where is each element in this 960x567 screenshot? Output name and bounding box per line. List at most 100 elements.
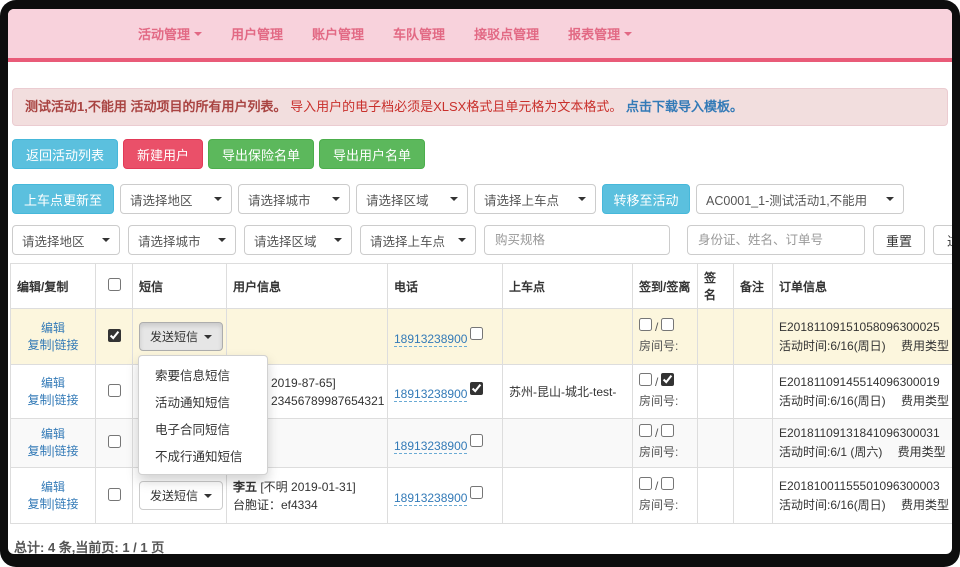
transfer-to-activity-button[interactable]: 转移至活动 <box>602 184 690 214</box>
signout-checkbox[interactable] <box>661 424 674 437</box>
region-select[interactable]: 请选择地区 <box>120 184 232 214</box>
alert-title: 测试活动1,不能用 活动项目的所有用户列表。 <box>25 99 286 114</box>
phone-checkbox[interactable] <box>470 327 483 340</box>
header-sms: 短信 <box>133 264 227 309</box>
select-all-checkbox[interactable] <box>108 278 121 291</box>
new-user-button[interactable]: 新建用户 <box>123 139 203 169</box>
signout-checkbox[interactable] <box>661 318 674 331</box>
chevron-down-icon <box>218 238 226 242</box>
nav-divider <box>8 58 952 62</box>
user-info-line2: 23456789987654321 <box>271 392 381 410</box>
order-number: E20181109131841096300031 <box>779 424 952 443</box>
export-user-list-button[interactable]: 导出用户名单 <box>319 139 425 169</box>
room-number-label: 房间号: <box>639 443 691 462</box>
send-sms-button[interactable]: 发送短信 <box>139 481 223 510</box>
row-checkbox[interactable] <box>108 384 121 397</box>
chevron-down-icon <box>450 197 458 201</box>
room-number-label: 房间号: <box>639 496 691 515</box>
pickup-point-cell <box>503 419 633 468</box>
back-to-activity-list-button[interactable]: 返回活动列表 <box>12 139 118 169</box>
edit-link[interactable]: 编辑 <box>17 320 89 337</box>
table-row: 编辑复制|链接 发送短信 索要信息短信 活动通知短信 电子合同短信 不成行通知短… <box>11 309 953 365</box>
pickup-point-select-2[interactable]: 请选择上车点 <box>360 225 476 255</box>
district-select[interactable]: 请选择区域 <box>356 184 468 214</box>
city-select-2[interactable]: 请选择城市 <box>128 225 236 255</box>
nav-item-activity-management[interactable]: 活动管理 <box>138 24 202 43</box>
city-select[interactable]: 请选择城市 <box>238 184 350 214</box>
region-select-2[interactable]: 请选择地区 <box>12 225 120 255</box>
signin-signout-cell: / 房间号: <box>633 468 698 524</box>
signin-checkbox[interactable] <box>639 424 652 437</box>
send-sms-button[interactable]: 发送短信 <box>139 322 223 351</box>
order-activity-time: 活动时间:6/16(周日) 费用类型 <box>779 337 952 356</box>
header-signin-signout: 签到/签离 <box>633 264 698 309</box>
nav-item-account-management[interactable]: 账户管理 <box>312 24 364 43</box>
signature-cell <box>698 365 734 419</box>
signin-checkbox[interactable] <box>639 318 652 331</box>
nav-item-fleet-management[interactable]: 车队管理 <box>393 24 445 43</box>
order-activity-time: 活动时间:6/16(周日) 费用类型 <box>779 392 952 411</box>
sms-menu-item-request-info[interactable]: 索要信息短信 <box>139 361 267 388</box>
phone-checkbox[interactable] <box>470 434 483 447</box>
chevron-down-icon <box>194 32 202 36</box>
user-info-line2: 台胞证：ef4334 <box>233 496 381 514</box>
table-header-row: 编辑/复制 短信 用户信息 电话 上车点 签到/签离 签名 备注 订单信息 <box>11 264 953 309</box>
sms-menu-item-cancel-notice[interactable]: 不成行通知短信 <box>139 442 267 469</box>
select-value: 请选择上车点 <box>484 190 559 209</box>
activity-select[interactable]: AC0001_1-测试活动1,不能用 <box>696 184 904 214</box>
nav-label: 账户管理 <box>312 24 364 43</box>
nav-item-pickup-point-management[interactable]: 接驳点管理 <box>474 24 539 43</box>
row-checkbox[interactable] <box>108 329 121 342</box>
top-nav: 活动管理 用户管理 账户管理 车队管理 接驳点管理 报表管理 <box>8 9 952 58</box>
nav-item-report-management[interactable]: 报表管理 <box>568 24 632 43</box>
header-note: 备注 <box>734 264 773 309</box>
edit-link[interactable]: 编辑 <box>17 375 89 392</box>
user-info-line1: 2019-87-65] <box>271 374 381 392</box>
signature-cell <box>698 468 734 524</box>
signout-checkbox[interactable] <box>661 373 674 386</box>
edit-link[interactable]: 编辑 <box>17 426 89 443</box>
filter-button[interactable]: 过滤 <box>933 225 952 255</box>
copy-link[interactable]: 复制|链接 <box>17 392 89 409</box>
signout-checkbox[interactable] <box>661 477 674 490</box>
chevron-down-icon <box>204 335 212 339</box>
search-input[interactable] <box>687 225 865 255</box>
copy-link[interactable]: 复制|链接 <box>17 337 89 354</box>
signin-checkbox[interactable] <box>639 373 652 386</box>
phone-link[interactable]: 18913238900 <box>394 387 467 402</box>
phone-link[interactable]: 18913238900 <box>394 491 467 506</box>
select-value: 请选择地区 <box>22 231 85 250</box>
select-value: 请选择城市 <box>138 231 201 250</box>
download-template-link[interactable]: 点击下载导入模板。 <box>626 99 743 114</box>
copy-link[interactable]: 复制|链接 <box>17 496 89 513</box>
district-select-2[interactable]: 请选择区域 <box>244 225 352 255</box>
phone-link[interactable]: 18913238900 <box>394 439 467 454</box>
copy-link[interactable]: 复制|链接 <box>17 443 89 460</box>
signin-checkbox[interactable] <box>639 477 652 490</box>
chevron-down-icon <box>332 197 340 201</box>
sms-menu-item-e-contract[interactable]: 电子合同短信 <box>139 415 267 442</box>
header-signature: 签名 <box>698 264 734 309</box>
pickup-point-select[interactable]: 请选择上车点 <box>474 184 596 214</box>
phone-checkbox[interactable] <box>470 486 483 499</box>
reset-button[interactable]: 重置 <box>873 225 925 255</box>
export-insurance-list-button[interactable]: 导出保险名单 <box>208 139 314 169</box>
phone-link[interactable]: 18913238900 <box>394 332 467 347</box>
row-checkbox[interactable] <box>108 435 121 448</box>
nav-label: 报表管理 <box>568 24 620 43</box>
phone-checkbox[interactable] <box>470 382 483 395</box>
room-number-label: 房间号: <box>639 337 691 356</box>
purchase-spec-input[interactable] <box>484 225 670 255</box>
sms-menu-item-activity-notice[interactable]: 活动通知短信 <box>139 388 267 415</box>
row-checkbox[interactable] <box>108 488 121 501</box>
order-info-cell: E20181109151058096300025 活动时间:6/16(周日) 费… <box>773 309 953 365</box>
pickup-point-cell <box>503 468 633 524</box>
signin-signout-cell: / 房间号: <box>633 309 698 365</box>
edit-link[interactable]: 编辑 <box>17 479 89 496</box>
select-value: 请选择地区 <box>130 190 193 209</box>
nav-item-user-management[interactable]: 用户管理 <box>231 24 283 43</box>
filter-row-1: 上车点更新至 请选择地区 请选择城市 请选择区域 请选择上车点 转移至活动 AC… <box>12 184 948 214</box>
chevron-down-icon <box>578 197 586 201</box>
chevron-down-icon <box>214 197 222 201</box>
pickup-update-button[interactable]: 上车点更新至 <box>12 184 114 214</box>
